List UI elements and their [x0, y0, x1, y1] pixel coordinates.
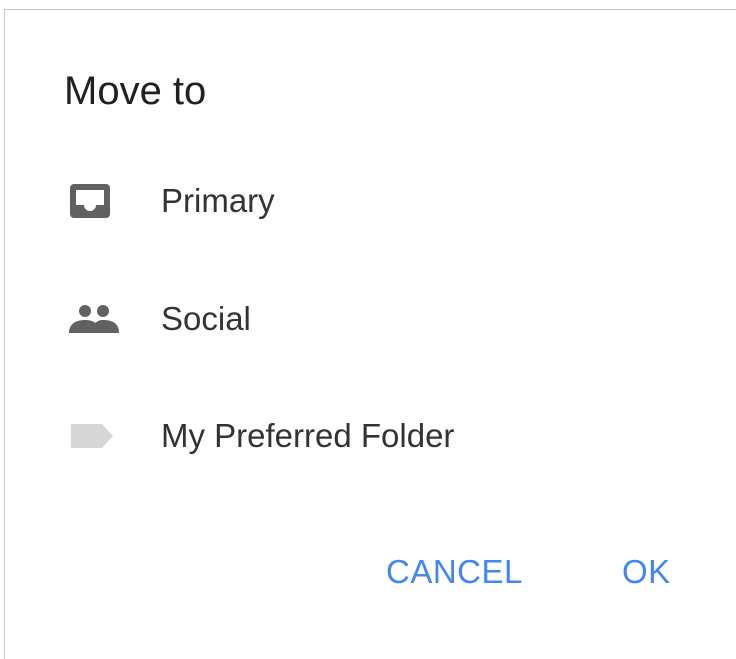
folder-option-my-preferred-folder[interactable]: My Preferred Folder: [5, 396, 736, 476]
cancel-button[interactable]: CANCEL: [386, 550, 523, 594]
inbox-icon: [67, 181, 119, 221]
label-tag-icon: [67, 416, 119, 456]
dialog-title: Move to: [64, 69, 207, 113]
people-icon: [67, 299, 119, 339]
folder-option-social[interactable]: Social: [5, 279, 736, 359]
folder-option-primary[interactable]: Primary: [5, 161, 736, 241]
folder-option-label: Social: [161, 300, 251, 337]
ok-button[interactable]: OK: [622, 550, 671, 594]
move-to-dialog: Move to Primary Social My Preferred Fold…: [4, 9, 736, 659]
folder-option-label: My Preferred Folder: [161, 417, 455, 454]
folder-option-label: Primary: [161, 182, 275, 219]
